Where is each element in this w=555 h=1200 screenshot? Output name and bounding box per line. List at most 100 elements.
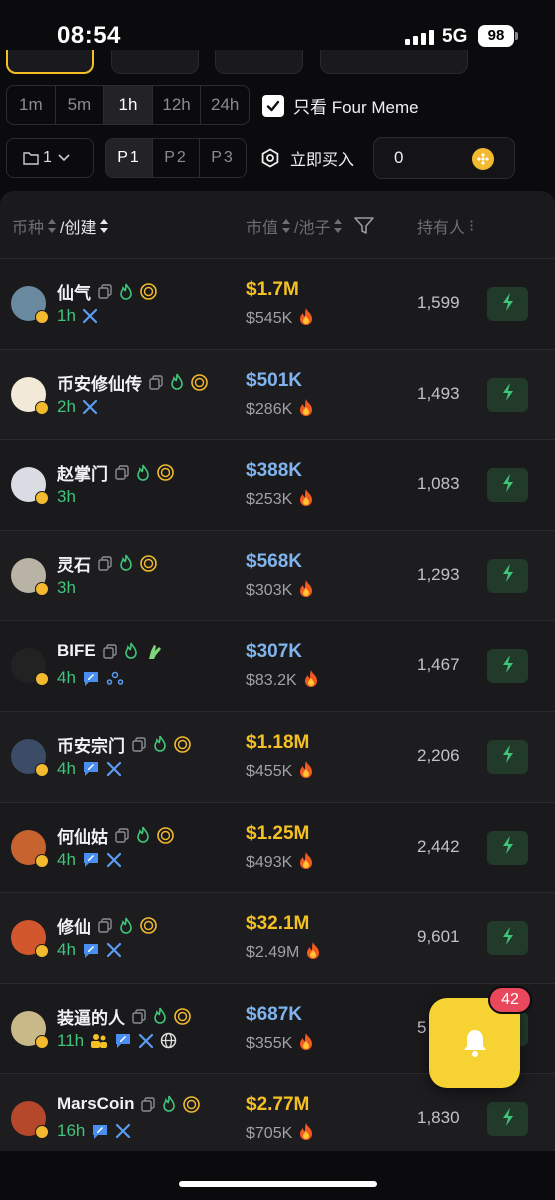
- community-icon[interactable]: [106, 670, 124, 687]
- pool-size: $493K: [246, 853, 293, 871]
- quick-buy-button[interactable]: [487, 830, 528, 865]
- fire-icon: [298, 579, 314, 603]
- x-icon[interactable]: [138, 1033, 154, 1049]
- copy-icon[interactable]: [149, 374, 163, 390]
- time-filter-5m[interactable]: 5m: [56, 86, 105, 124]
- quick-buy-button[interactable]: [487, 921, 528, 956]
- token-meta: 4h: [57, 759, 122, 779]
- chat-icon[interactable]: [82, 670, 100, 687]
- table-row[interactable]: 币安修仙传 2h $501K $286K 1,493: [0, 349, 555, 441]
- token-avatar: [11, 829, 49, 868]
- token-name-group: 灵石: [57, 551, 157, 576]
- copy-icon[interactable]: [132, 737, 146, 752]
- quick-buy-button[interactable]: [487, 1102, 528, 1137]
- four-meme-filter[interactable]: 只看 Four Meme: [262, 93, 419, 118]
- sort-mcap-header[interactable]: 市值/池子: [246, 214, 375, 238]
- table-row[interactable]: 灵石 3h $568K $303K 1,293: [0, 530, 555, 622]
- token-avatar: [11, 376, 49, 415]
- top-tab[interactable]: [111, 50, 199, 74]
- market-cap: $501K: [246, 369, 302, 391]
- copy-icon[interactable]: [98, 284, 112, 299]
- x-icon[interactable]: [106, 761, 122, 777]
- token-name[interactable]: 赵掌门: [57, 460, 108, 485]
- token-name[interactable]: BIFE: [57, 641, 96, 661]
- token-name[interactable]: 仙气: [57, 279, 91, 304]
- copy-icon[interactable]: [141, 1097, 156, 1112]
- buy-amount-input[interactable]: 0: [373, 137, 515, 179]
- top-tab[interactable]: [6, 50, 94, 74]
- chat-icon[interactable]: [114, 1032, 132, 1049]
- x-icon[interactable]: [115, 1123, 131, 1139]
- copy-icon[interactable]: [115, 465, 129, 480]
- token-meta: 16h: [57, 1121, 131, 1141]
- top-tab[interactable]: [320, 50, 468, 74]
- col-token: 币种: [12, 220, 45, 237]
- time-filter-24h[interactable]: 24h: [201, 86, 249, 124]
- chat-icon[interactable]: [91, 1123, 109, 1140]
- token-avatar: [11, 1010, 49, 1049]
- table-row[interactable]: 修仙 4h $32.1M $2.49M 9,601: [0, 893, 555, 984]
- copy-icon[interactable]: [115, 827, 129, 843]
- table-row[interactable]: 仙气 1h $1.7M $545K 1,599: [0, 259, 555, 350]
- token-name[interactable]: 装逼的人: [57, 1004, 125, 1029]
- quick-buy-button[interactable]: [487, 377, 528, 412]
- flame-icon: [119, 554, 133, 572]
- coin-icon: [157, 464, 174, 481]
- x-icon[interactable]: [82, 308, 98, 324]
- token-name[interactable]: 修仙: [57, 913, 91, 938]
- quick-buy-button[interactable]: [487, 287, 528, 321]
- preset-p2[interactable]: P2: [153, 139, 200, 177]
- token-age: 3h: [57, 487, 76, 507]
- table-row[interactable]: BIFE 4h $307K $83.2K 1,467: [0, 621, 555, 712]
- sort-holders-header[interactable]: 持有人 ⁝: [417, 214, 474, 238]
- coin-icon: [140, 554, 157, 572]
- top-tab[interactable]: [215, 50, 303, 74]
- quick-buy-button[interactable]: [487, 739, 528, 774]
- sort-token-header[interactable]: 币种/创建: [12, 214, 112, 238]
- globe-icon[interactable]: [160, 1032, 177, 1049]
- preset-p3[interactable]: P3: [200, 139, 246, 177]
- table-row[interactable]: 赵掌门 3h $388K $253K 1,083: [0, 440, 555, 531]
- table-row[interactable]: 币安宗门 4h $1.18M $455K 2,206: [0, 711, 555, 803]
- token-name[interactable]: 灵石: [57, 551, 91, 576]
- pool-size: $545K: [246, 310, 293, 327]
- token-name[interactable]: MarsCoin: [57, 1094, 134, 1114]
- gear-icon[interactable]: [260, 148, 280, 168]
- token-name-group: 修仙: [57, 913, 157, 938]
- copy-icon[interactable]: [98, 918, 112, 933]
- quick-buy-button[interactable]: [487, 649, 528, 684]
- token-meta: 3h: [57, 487, 76, 507]
- copy-icon[interactable]: [132, 1009, 146, 1024]
- chat-icon[interactable]: [82, 942, 100, 959]
- flame-icon: [162, 1095, 176, 1113]
- time-filter-12h[interactable]: 12h: [153, 86, 202, 124]
- preset-p1[interactable]: P1: [106, 139, 153, 177]
- token-name[interactable]: 币安修仙传: [57, 370, 142, 395]
- time-filter-1m[interactable]: 1m: [7, 86, 56, 124]
- page-select[interactable]: 1: [6, 138, 94, 178]
- pray-icon: [145, 642, 163, 660]
- table-row[interactable]: 何仙姑 4h $1.25M $493K 2,442: [0, 803, 555, 894]
- token-name[interactable]: 币安宗门: [57, 732, 125, 757]
- x-icon[interactable]: [106, 852, 122, 868]
- chat-icon[interactable]: [82, 851, 100, 868]
- buy-now-settings[interactable]: 立即买入: [260, 146, 354, 170]
- token-name[interactable]: 何仙姑: [57, 823, 108, 848]
- checkbox-checked-icon[interactable]: [262, 94, 284, 117]
- network-type: 5G: [442, 26, 468, 47]
- time-filter-1h[interactable]: 1h: [104, 86, 153, 124]
- quick-buy-button[interactable]: [487, 468, 528, 503]
- sort-icon: [99, 219, 109, 233]
- chat-icon[interactable]: [82, 760, 100, 777]
- fire-icon: [298, 307, 314, 331]
- flame-icon: [170, 373, 184, 391]
- copy-icon[interactable]: [103, 644, 117, 659]
- battery-icon: 98: [478, 25, 518, 47]
- filter-icon[interactable]: [354, 217, 375, 235]
- token-avatar: [11, 557, 49, 596]
- quick-buy-button[interactable]: [487, 558, 528, 593]
- copy-icon[interactable]: [98, 556, 112, 571]
- x-icon[interactable]: [106, 942, 122, 958]
- people-icon[interactable]: [90, 1032, 108, 1049]
- x-icon[interactable]: [82, 399, 98, 415]
